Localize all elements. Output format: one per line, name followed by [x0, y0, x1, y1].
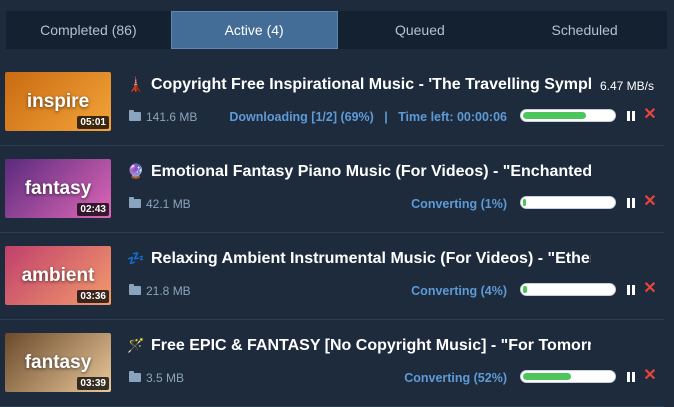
pause-icon[interactable]	[627, 111, 636, 121]
download-title: Free EPIC & FANTASY [No Copyright Music]…	[151, 337, 591, 354]
progress-bar	[520, 109, 616, 122]
close-icon[interactable]: ✕	[643, 281, 657, 297]
progress-bar	[520, 196, 616, 209]
progress-fill	[523, 286, 527, 293]
download-title: Relaxing Ambient Instrumental Music (For…	[151, 250, 591, 267]
download-status: Converting (1%)	[411, 197, 507, 211]
video-thumbnail: fantasy 03:39	[5, 333, 111, 392]
download-row[interactable]: inspire 05:01 🗼 Copyright Free Inspirati…	[0, 59, 664, 146]
download-row[interactable]: fantasy 03:39 🪄 Free EPIC & FANTASY [No …	[0, 320, 664, 407]
magic-wand-icon: 🪄	[127, 337, 145, 353]
tower-icon: 🗼	[127, 76, 145, 92]
tab-scheduled[interactable]: Scheduled	[502, 11, 667, 49]
pause-icon[interactable]	[627, 285, 636, 295]
close-icon[interactable]: ✕	[643, 368, 657, 384]
video-thumbnail: ambient 03:36	[5, 246, 111, 305]
file-size: 42.1 MB	[146, 197, 191, 211]
download-row[interactable]: ambient 03:36 💤 Relaxing Ambient Instrum…	[0, 233, 664, 320]
download-title: Copyright Free Inspirational Music - 'Th…	[151, 76, 591, 93]
video-duration: 03:36	[77, 290, 109, 303]
folder-icon[interactable]	[129, 110, 141, 121]
tab-queued[interactable]: Queued	[338, 11, 503, 49]
tab-completed[interactable]: Completed (86)	[6, 11, 171, 49]
close-icon[interactable]: ✕	[643, 107, 657, 123]
thumbnail-text: inspire	[26, 90, 90, 112]
file-size: 3.5 MB	[146, 371, 185, 385]
download-speed: 6.47 MB/s	[599, 79, 654, 93]
download-row[interactable]: fantasy 02:43 🔮 Emotional Fantasy Piano …	[0, 146, 664, 233]
download-status: Downloading [1/2] (69%) | Time left: 00:…	[229, 110, 507, 124]
progress-fill	[523, 112, 586, 119]
pause-icon[interactable]	[627, 198, 636, 208]
video-thumbnail: inspire 05:01	[5, 72, 111, 131]
close-icon[interactable]: ✕	[643, 194, 657, 210]
download-tabs: Completed (86) Active (4) Queued Schedul…	[6, 11, 667, 49]
crystal-ball-icon: 🔮	[127, 163, 145, 179]
download-status: Converting (52%)	[404, 371, 507, 385]
pause-icon[interactable]	[627, 372, 636, 382]
folder-icon[interactable]	[129, 284, 141, 295]
thumbnail-text: fantasy	[24, 177, 92, 199]
video-thumbnail: fantasy 02:43	[5, 159, 111, 218]
progress-bar	[520, 370, 616, 383]
tab-active[interactable]: Active (4)	[170, 11, 338, 49]
video-duration: 02:43	[77, 203, 109, 216]
video-duration: 05:01	[77, 116, 109, 129]
folder-icon[interactable]	[129, 371, 141, 382]
sleep-icon: 💤	[127, 250, 145, 266]
thumbnail-text: fantasy	[24, 351, 92, 373]
file-size: 141.6 MB	[146, 110, 198, 124]
download-status: Converting (4%)	[411, 284, 507, 298]
thumbnail-text: ambient	[21, 264, 95, 286]
folder-icon[interactable]	[129, 197, 141, 208]
download-title: Emotional Fantasy Piano Music (For Video…	[151, 163, 591, 180]
file-size: 21.8 MB	[146, 284, 191, 298]
progress-bar	[520, 283, 616, 296]
video-duration: 03:39	[77, 377, 109, 390]
progress-fill	[523, 199, 526, 206]
progress-fill	[523, 373, 571, 380]
